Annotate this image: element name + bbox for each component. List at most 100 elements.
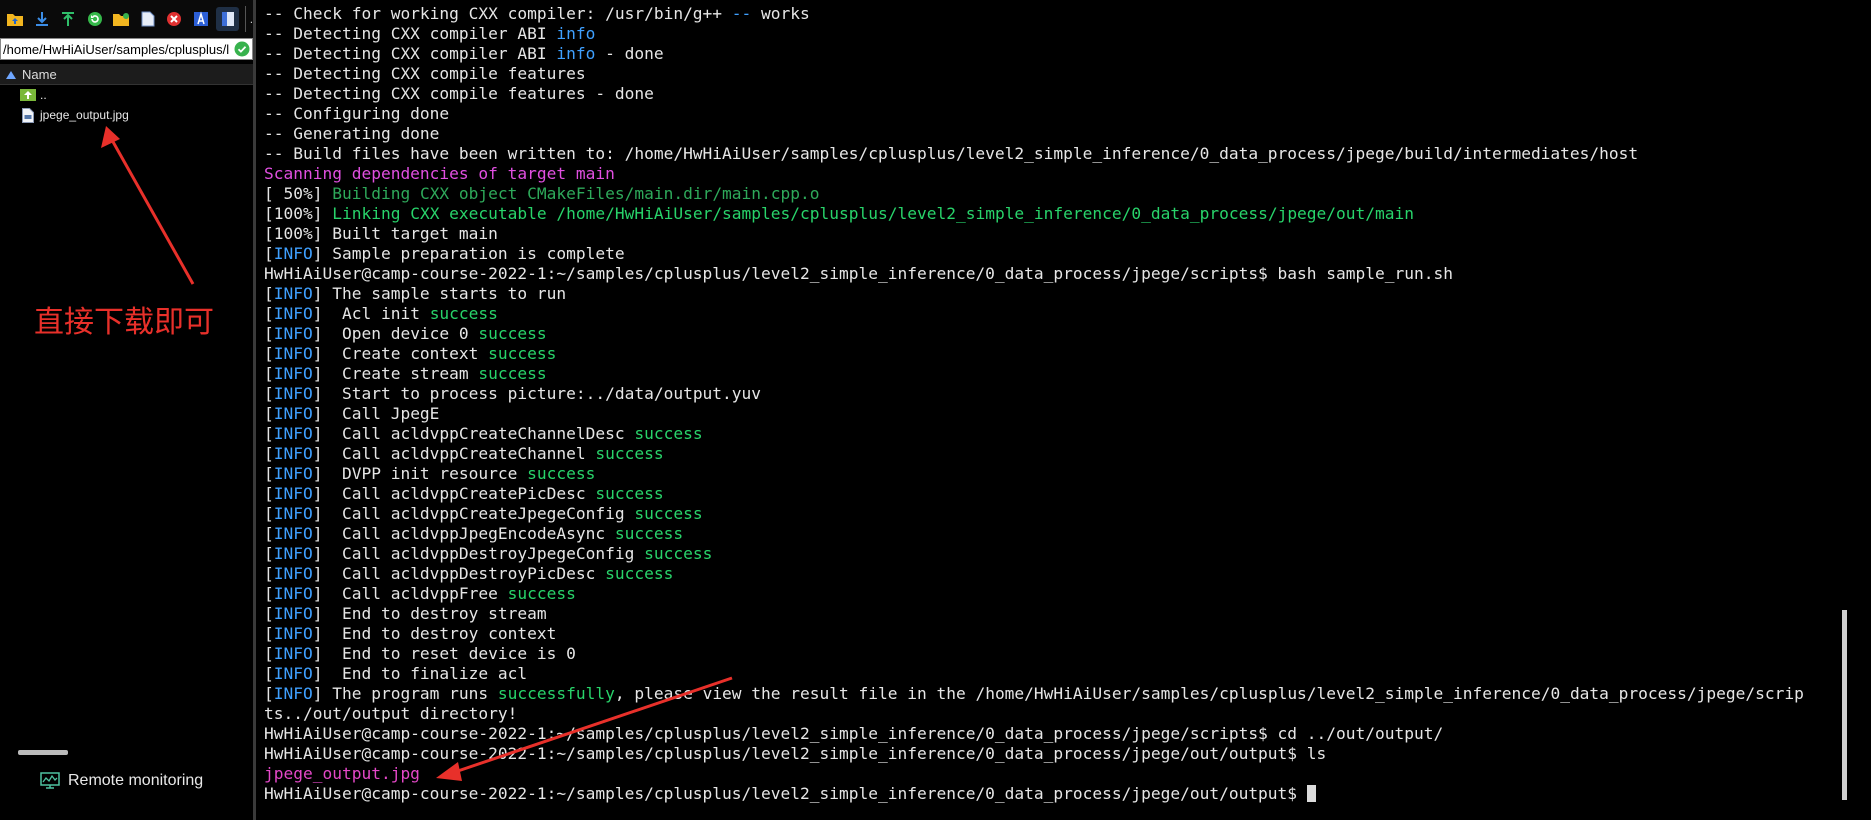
- terminal-text-segment: [: [264, 564, 274, 583]
- terminal-text-segment: ts../out/output directory!: [264, 704, 518, 723]
- terminal-text-segment: success: [507, 584, 576, 603]
- new-folder-icon[interactable]: [110, 7, 133, 31]
- terminal-text-segment: success: [488, 344, 557, 363]
- terminal-text-segment: [ 50%]: [264, 184, 333, 203]
- terminal-text-segment: HwHiAiUser@camp-course-2022-1:~/samples/…: [264, 744, 1327, 763]
- path-bar: [0, 38, 253, 60]
- terminal-text-segment: success: [595, 484, 664, 503]
- terminal-text-segment: successfully: [497, 684, 615, 703]
- terminal-text-segment: INFO: [273, 504, 313, 523]
- terminal-text-segment: - done: [595, 44, 664, 63]
- panel-splitter[interactable]: [253, 0, 256, 820]
- terminal-text-segment: -- Check for working CXX compiler: /usr/…: [264, 4, 732, 23]
- terminal-text-segment: ] Create stream: [312, 364, 479, 383]
- terminal-text-segment: , please view the result file in the /ho…: [614, 684, 1804, 703]
- terminal-text-segment: [: [264, 344, 274, 363]
- terminal-text-segment: [: [264, 544, 274, 563]
- terminal-text-segment: INFO: [273, 304, 313, 323]
- parent-folder-icon: [20, 87, 36, 103]
- panel-resize-handle[interactable]: [18, 750, 68, 755]
- monitor-icon: [40, 772, 60, 790]
- terminal-text-segment: [: [264, 504, 274, 523]
- properties-icon[interactable]: [216, 7, 239, 31]
- terminal-scroll-thumb[interactable]: [1842, 610, 1847, 800]
- terminal-output[interactable]: -- Check for working CXX compiler: /usr/…: [258, 0, 1854, 820]
- terminal-text-segment: -- Detecting CXX compile features - done: [264, 84, 654, 103]
- terminal-text-segment: works: [751, 4, 810, 23]
- terminal-line: [INFO] Sample preparation is complete: [264, 244, 1804, 264]
- terminal-text-segment: [: [264, 284, 274, 303]
- terminal-text-segment: ] Call acldvppCreatePicDesc: [312, 484, 596, 503]
- terminal-text-segment: jpege_output.jpg: [264, 764, 420, 783]
- terminal-text-segment: INFO: [273, 684, 313, 703]
- terminal-text-segment: [: [264, 444, 274, 463]
- terminal-text-segment: [: [264, 624, 274, 643]
- terminal-line: [INFO] Call acldvppJpegEncodeAsync succe…: [264, 524, 1804, 544]
- terminal-text-segment: -- Configuring done: [264, 104, 450, 123]
- file-row-jpege-output[interactable]: jpege_output.jpg: [0, 105, 253, 125]
- file-name: jpege_output.jpg: [40, 108, 129, 122]
- terminal-text-segment: [100%]: [264, 204, 333, 223]
- terminal-text-segment: ] Call acldvppCreateJpegeConfig: [312, 504, 635, 523]
- terminal-scrollbar[interactable]: [1837, 0, 1854, 820]
- terminal-line: [INFO] Call acldvppDestroyPicDesc succes…: [264, 564, 1804, 584]
- terminal-text-segment: success: [634, 424, 703, 443]
- terminal-text-segment: INFO: [273, 484, 313, 503]
- terminal-text-segment: ] End to destroy context: [312, 624, 557, 643]
- upload-folder-icon[interactable]: [4, 7, 27, 31]
- terminal-text-segment: success: [478, 324, 547, 343]
- terminal-text-segment: [: [264, 384, 274, 403]
- terminal-text-segment: [: [264, 424, 274, 443]
- terminal-line: [100%] Built target main: [264, 224, 1804, 244]
- terminal-text-segment: [100%] Built target main: [264, 224, 498, 243]
- terminal-line: [INFO] Acl init success: [264, 304, 1804, 324]
- terminal-text-segment: success: [595, 444, 664, 463]
- remote-monitoring-button[interactable]: Remote monitoring: [40, 772, 203, 790]
- terminal-text-segment: [: [264, 664, 274, 683]
- terminal-text-segment: Building CXX object CMakeFiles/main.dir/…: [332, 184, 820, 203]
- name-column-header[interactable]: Name: [0, 64, 253, 85]
- terminal-text-segment: ] Call JpegE: [312, 404, 440, 423]
- terminal-text-segment: [: [264, 244, 274, 263]
- delete-icon[interactable]: [163, 7, 186, 31]
- terminal-line: ts../out/output directory!: [264, 704, 1804, 724]
- terminal-text-segment: [: [264, 304, 274, 323]
- terminal-text-segment: ] Call acldvppFree: [312, 584, 508, 603]
- terminal-text-segment: INFO: [273, 544, 313, 563]
- terminal-text-segment: INFO: [273, 424, 313, 443]
- terminal-text-segment: ] Sample preparation is complete: [312, 244, 625, 263]
- terminal-text-segment: INFO: [273, 564, 313, 583]
- terminal-text-segment: success: [605, 564, 674, 583]
- terminal-text-segment: HwHiAiUser@camp-course-2022-1:~/samples/…: [264, 724, 1444, 743]
- terminal-text-segment: [: [264, 404, 274, 423]
- terminal-line: [ 50%] Building CXX object CMakeFiles/ma…: [264, 184, 1804, 204]
- terminal-text-segment: success: [614, 524, 684, 543]
- file-list: Name .. jpege_output.jpg: [0, 64, 253, 125]
- path-input[interactable]: [1, 39, 232, 59]
- terminal-line: [INFO] Call JpegE: [264, 404, 1804, 424]
- terminal-text-segment: -- Detecting CXX compile features: [264, 64, 586, 83]
- terminal-line: [INFO] End to destroy context: [264, 624, 1804, 644]
- terminal-text-segment: info: [556, 44, 596, 63]
- file-name: ..: [40, 88, 47, 102]
- terminal-text-segment: INFO: [273, 464, 313, 483]
- terminal-text-segment: ] Start to process picture:../data/outpu…: [312, 384, 762, 403]
- terminal-text-segment: INFO: [273, 284, 313, 303]
- file-row-parent[interactable]: ..: [0, 85, 253, 105]
- terminal-line: [INFO] Create stream success: [264, 364, 1804, 384]
- terminal-cursor: [1306, 785, 1316, 802]
- rename-icon[interactable]: [190, 7, 213, 31]
- download-icon[interactable]: [31, 7, 54, 31]
- path-confirm-icon[interactable]: [232, 39, 252, 59]
- terminal-line: [INFO] Call acldvppFree success: [264, 584, 1804, 604]
- terminal-text-segment: [: [264, 604, 274, 623]
- terminal-text-segment: --: [731, 4, 752, 23]
- refresh-icon[interactable]: [84, 7, 107, 31]
- terminal-line: [INFO] Call acldvppCreateChannelDesc suc…: [264, 424, 1804, 444]
- new-file-icon[interactable]: [137, 7, 160, 31]
- terminal-text-segment: ] End to reset device is 0: [312, 644, 576, 663]
- column-header-label: Name: [22, 66, 57, 82]
- terminal-line: [INFO] Create context success: [264, 344, 1804, 364]
- upload-icon[interactable]: [57, 7, 80, 31]
- terminal-text-segment: [: [264, 364, 274, 383]
